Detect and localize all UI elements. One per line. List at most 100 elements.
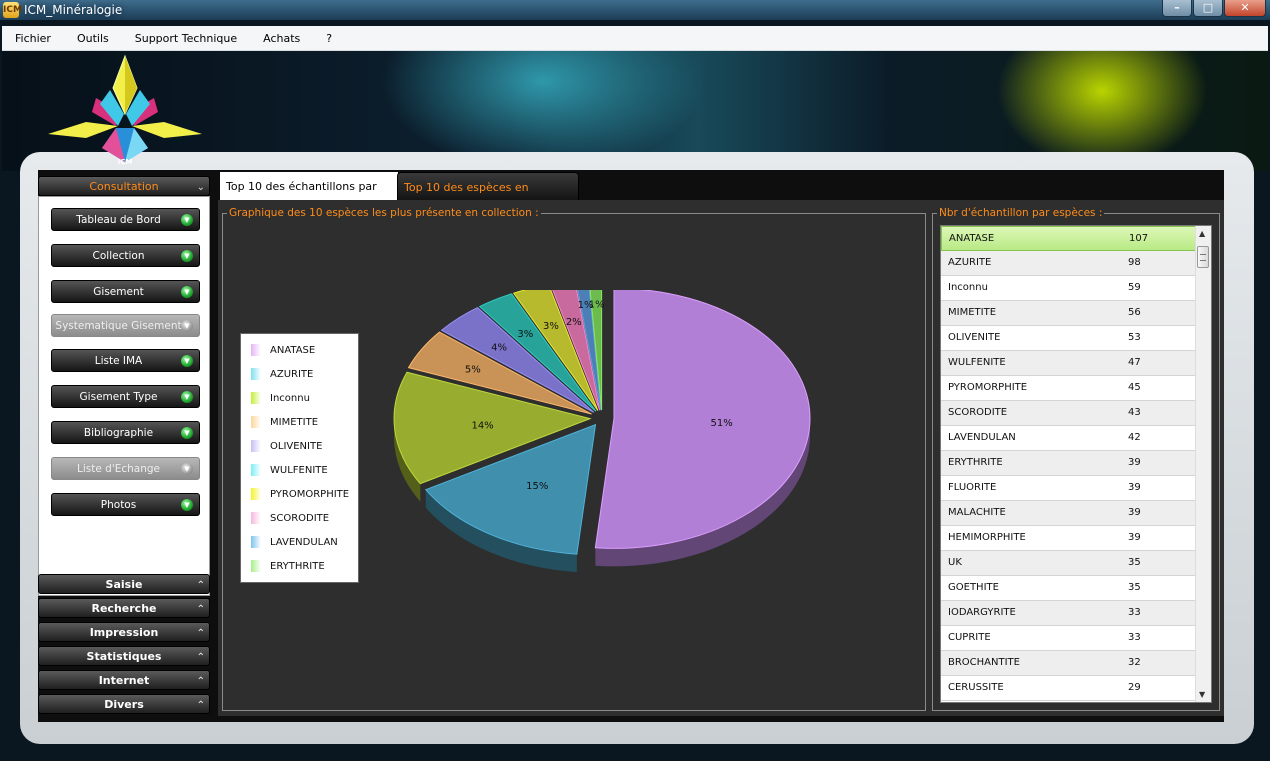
- species-name: LAVENDULAN: [948, 432, 1016, 443]
- chart-group-title: Graphique des 10 espèces les plus présen…: [227, 206, 541, 220]
- menu-support-technique[interactable]: Support Technique: [135, 32, 237, 45]
- bibliographie-button[interactable]: Bibliographie ▼: [51, 421, 200, 444]
- liste-ima-button[interactable]: Liste IMA ▼: [51, 349, 200, 372]
- section-recherche[interactable]: Recherche ⌃: [38, 598, 210, 618]
- table-row[interactable]: IODARGYRITE 33: [941, 601, 1197, 626]
- section-consultation[interactable]: Consultation ⌄: [38, 176, 210, 196]
- pie-data-label: 14%: [471, 420, 493, 431]
- table-row[interactable]: UK 35: [941, 551, 1197, 576]
- legend-item: OLIVENITE: [251, 439, 322, 453]
- close-icon[interactable]: ✕: [1224, 0, 1266, 17]
- table-row[interactable]: ANATASE 107: [941, 226, 1197, 251]
- section-saisie-label: Saisie: [105, 578, 143, 591]
- pie-data-label: 15%: [526, 481, 548, 492]
- section-internet[interactable]: Internet ⌃: [38, 670, 210, 690]
- arrow-down-icon: ▼: [181, 214, 193, 226]
- collection-button[interactable]: Collection ▼: [51, 244, 200, 267]
- section-impression-label: Impression: [89, 626, 159, 639]
- collection-label: Collection: [92, 250, 145, 262]
- legend-item: PYROMORPHITE: [251, 487, 349, 501]
- table-row[interactable]: WULFENITE 47: [941, 351, 1197, 376]
- legend-label: LAVENDULAN: [270, 536, 338, 548]
- consultation-panel: Tableau de Bord ▼ Collection ▼ Gisement ▼ S…: [38, 196, 210, 596]
- legend-swatch: [251, 488, 261, 500]
- table-row[interactable]: FLUORITE 39: [941, 476, 1197, 501]
- logo-text: ICM: [118, 158, 133, 166]
- species-name: ANATASE: [949, 233, 995, 244]
- arrow-down-icon: ▼: [181, 355, 193, 367]
- species-count: 98: [1128, 257, 1141, 268]
- species-name: PYROMORPHITE: [948, 382, 1028, 393]
- species-count: 59: [1128, 282, 1141, 293]
- legend-swatch: [251, 464, 261, 476]
- tab-top10-pays[interactable]: Top 10 des échantillons par pays :: [220, 172, 398, 223]
- gisement-button[interactable]: Gisement ▼: [51, 280, 200, 303]
- tab-top10-especes[interactable]: Top 10 des espèces en collection :: [397, 172, 579, 224]
- species-name: BROCHANTITE: [948, 657, 1020, 668]
- species-name: IODARGYRITE: [948, 607, 1016, 618]
- species-count: 53: [1128, 332, 1141, 343]
- table-row[interactable]: Inconnu 59: [941, 276, 1197, 301]
- liste-echange-button[interactable]: Liste d'Echange ▼: [51, 457, 200, 480]
- sidebar: Consultation ⌄ Tableau de Bord ▼ Collecti…: [38, 170, 212, 718]
- table-row[interactable]: PYROMORPHITE 45: [941, 376, 1197, 401]
- table-row[interactable]: MALACHITE 39: [941, 501, 1197, 526]
- species-count-list[interactable]: ANATASE 107 AZURITE 98 Inconnu 59 MIMETITE 56 OL…: [940, 225, 1212, 703]
- section-divers-label: Divers: [104, 698, 144, 711]
- section-recherche-label: Recherche: [91, 602, 157, 615]
- gisement-type-label: Gisement Type: [79, 391, 158, 403]
- chevron-up-icon: ⌃: [196, 700, 205, 711]
- menu-achats[interactable]: Achats: [263, 32, 300, 45]
- table-row[interactable]: OLIVENITE 53: [941, 326, 1197, 351]
- systematique-gisement-button[interactable]: Systematique Gisement ▼: [51, 314, 200, 337]
- species-count: 107: [1129, 233, 1149, 244]
- menu-outils[interactable]: Outils: [77, 32, 109, 45]
- scroll-down-icon[interactable]: ▼: [1199, 690, 1205, 699]
- species-count: 42: [1128, 432, 1141, 443]
- arrow-down-icon: ▼: [181, 463, 193, 475]
- table-row[interactable]: AZURITE 98: [941, 251, 1197, 276]
- section-divers[interactable]: Divers ⌃: [38, 694, 210, 714]
- species-count: 32: [1128, 657, 1141, 668]
- table-row[interactable]: LAVENDULAN 42: [941, 426, 1197, 451]
- maximize-icon[interactable]: □: [1193, 0, 1223, 17]
- menu-fichier[interactable]: Fichier: [15, 32, 51, 45]
- species-count: 39: [1128, 482, 1141, 493]
- section-consultation-label: Consultation: [89, 180, 159, 193]
- app-icon: ICM: [3, 2, 22, 18]
- section-statistiques-label: Statistiques: [86, 650, 162, 663]
- tableau-de-bord-button[interactable]: Tableau de Bord ▼: [51, 208, 200, 231]
- legend-item: AZURITE: [251, 367, 313, 381]
- table-row[interactable]: ERYTHRITE 39: [941, 451, 1197, 476]
- menu-help[interactable]: ?: [326, 32, 332, 45]
- scroll-up-icon[interactable]: ▲: [1199, 229, 1205, 238]
- minimize-icon[interactable]: –: [1162, 0, 1192, 17]
- legend-swatch: [251, 560, 261, 572]
- table-row[interactable]: HEMIMORPHITE 39: [941, 526, 1197, 551]
- scroll-thumb[interactable]: [1197, 246, 1209, 268]
- list-scrollbar[interactable]: ▲ ▼: [1195, 226, 1211, 702]
- chevron-up-icon: ⌃: [196, 676, 205, 687]
- table-row[interactable]: SCORODITE 43: [941, 401, 1197, 426]
- table-row[interactable]: BROCHANTITE 32: [941, 651, 1197, 676]
- chevron-up-icon: ⌃: [196, 604, 205, 615]
- pie-data-label: 2%: [566, 317, 582, 328]
- legend-item: WULFENITE: [251, 463, 328, 477]
- table-row[interactable]: GOETHITE 35: [941, 576, 1197, 601]
- table-row[interactable]: CERUSSITE 29: [941, 676, 1197, 701]
- legend-label: AZURITE: [270, 368, 314, 380]
- pie-chart: 51%15%14%5%4%3%3% 2%1%1%: [393, 290, 811, 573]
- tableau-de-bord-label: Tableau de Bord: [76, 214, 161, 226]
- table-row[interactable]: MIMETITE 56: [941, 301, 1197, 326]
- gisement-label: Gisement: [93, 286, 144, 298]
- table-row[interactable]: CUPRITE 33: [941, 626, 1197, 651]
- species-name: MALACHITE: [948, 507, 1006, 518]
- photos-button[interactable]: Photos ▼: [51, 493, 200, 516]
- systematique-gisement-label: Systematique Gisement: [55, 320, 182, 332]
- section-statistiques[interactable]: Statistiques ⌃: [38, 646, 210, 666]
- section-saisie[interactable]: Saisie ⌃: [38, 574, 210, 594]
- gisement-type-button[interactable]: Gisement Type ▼: [51, 385, 200, 408]
- pie-slice[interactable]: [594, 290, 811, 549]
- title-bar: ICM ICM_Minéralogie – □ ✕: [0, 0, 1270, 20]
- section-impression[interactable]: Impression ⌃: [38, 622, 210, 642]
